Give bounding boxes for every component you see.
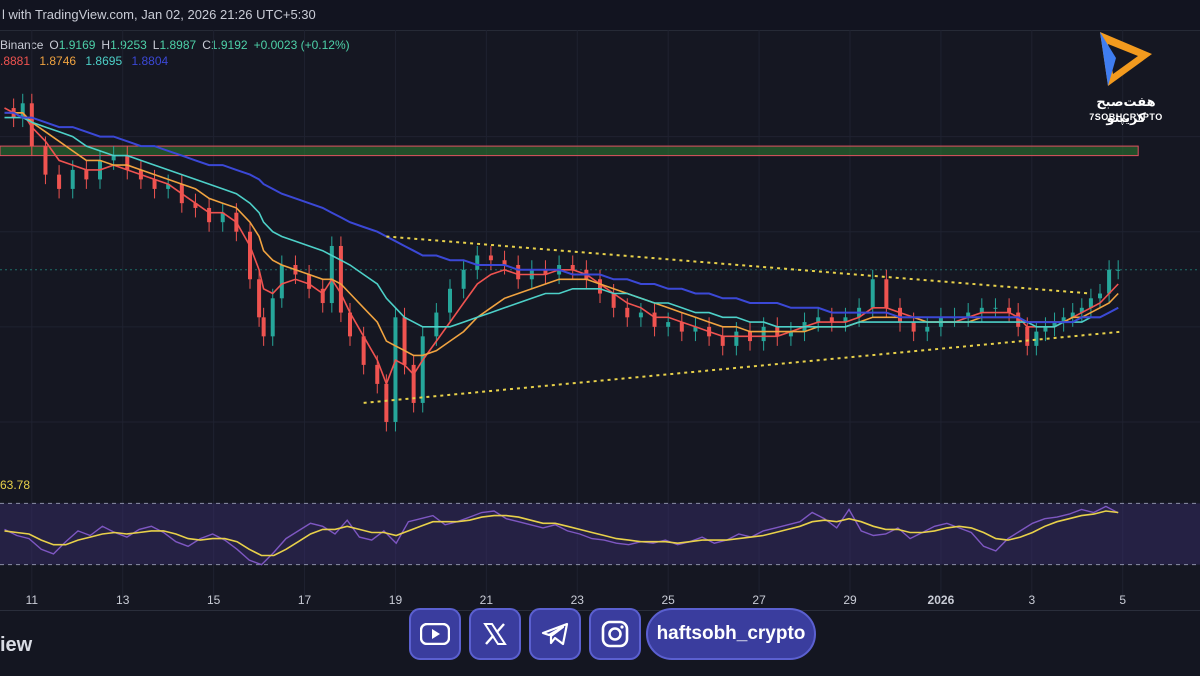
candle-body [207,207,212,223]
ma-line-4 [4,111,1119,324]
x-tick-label: 17 [298,593,312,607]
candle-body [884,279,889,308]
candle-body [434,312,439,337]
candle-body [420,336,425,403]
candle-body [625,307,630,318]
candle-body [1025,326,1030,346]
candle-body [898,307,902,323]
youtube-button[interactable] [409,608,461,660]
candle-body [461,269,466,289]
candle-body [652,312,657,327]
top-bar: l with TradingView.com, Jan 02, 2026 21:… [0,0,1200,31]
x-tick-label: 29 [843,593,857,607]
logo-text-en: 7SOBHCRYPTO [1089,112,1163,122]
candle-body [638,312,643,318]
candle-body [720,336,725,346]
x-tick-label: 11 [26,593,39,607]
candle-body [279,265,284,299]
candle-body [257,279,262,318]
x-icon [483,623,507,645]
candle-body [761,326,766,342]
x-tick-label: 15 [207,593,221,607]
x-tick-label: 2026 [928,593,955,607]
publish-info: l with TradingView.com, Jan 02, 2026 21:… [2,7,316,22]
candle-body [925,326,930,332]
candle-body [84,169,89,180]
telegram-button[interactable] [529,608,581,660]
candle-body [475,255,480,270]
candle-body [488,255,493,261]
candle-body [679,322,684,332]
rsi-legend: 63.78 [0,478,36,492]
candle-body [1116,269,1121,271]
instagram-icon [601,620,629,648]
x-tick-label: 27 [752,593,766,607]
candle-body [384,383,389,422]
candle-body [338,245,343,313]
candle-body [993,307,998,309]
candle-body [70,169,75,189]
candle-body [393,317,398,422]
candle-body [611,293,616,308]
candle-body [361,336,366,365]
candle-body [870,279,875,308]
candle-body [270,298,275,337]
x-tick-label: 25 [662,593,676,607]
candle-body [43,146,48,175]
price-chart[interactable]: 111315171921232527292026357 [0,30,1200,610]
candle-body [448,288,452,313]
x-tick-label: 23 [571,593,585,607]
candle-body [261,317,266,337]
telegram-icon [541,622,569,646]
x-tick-label: 21 [480,593,494,607]
youtube-icon [420,623,450,645]
social-handle[interactable]: haftsobh_crypto [646,608,816,660]
candle-body [57,174,62,189]
candle-body [598,279,602,294]
candle-body [666,322,671,327]
x-tick-label: 3 [1028,593,1035,607]
x-button[interactable] [469,608,521,660]
trendline-2 [363,330,1123,404]
candle-body [125,155,130,170]
candle-body [248,231,252,280]
x-tick-label: 19 [389,593,403,607]
candle-body [375,364,380,384]
candle-body [152,179,157,189]
candle-body [307,274,312,289]
candle-body [911,322,916,332]
rsi-value: 63.78 [0,478,31,492]
tradingview-brand: iew [0,634,33,656]
candle-body [516,265,521,280]
candle-body [402,317,407,365]
candle-body [1098,293,1102,299]
candle-body [1107,269,1112,294]
x-tick-label: 13 [116,593,130,607]
candle-body [1034,331,1039,346]
instagram-button[interactable] [589,608,641,660]
logo-icon [1100,32,1152,86]
x-tick-label: 5 [1119,593,1126,607]
candle-body [734,331,739,346]
